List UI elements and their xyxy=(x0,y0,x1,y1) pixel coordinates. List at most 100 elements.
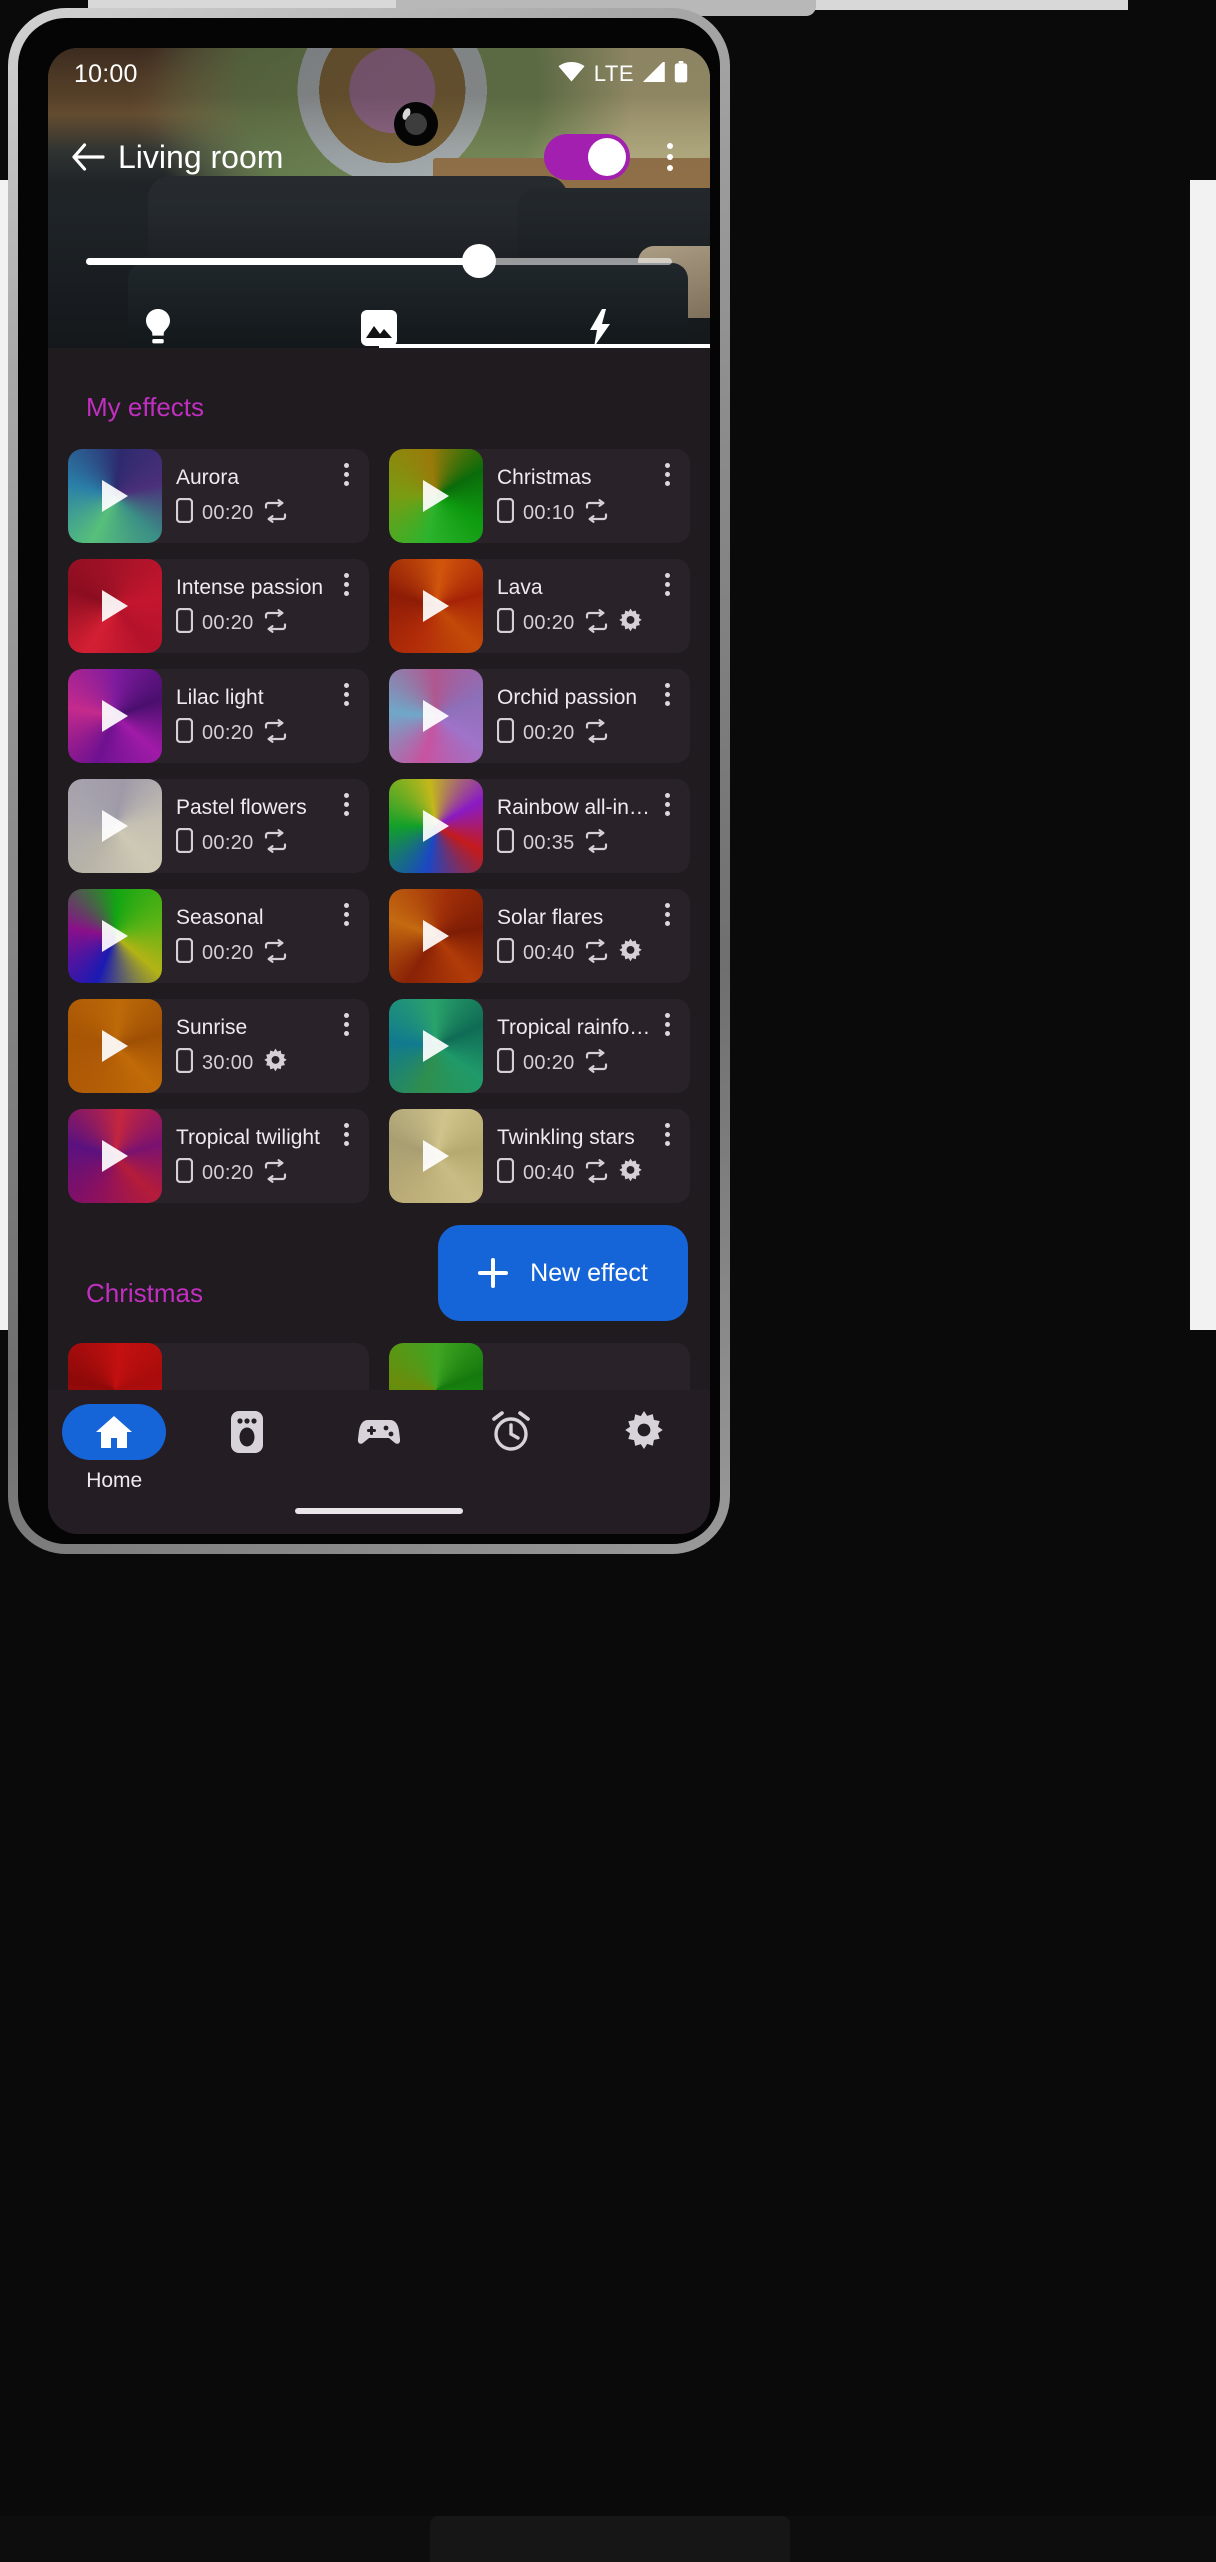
effect-card[interactable]: Twinkling stars 00:40 xyxy=(389,1109,690,1203)
nav-pill-devices[interactable] xyxy=(195,1404,299,1460)
effect-thumbnail[interactable] xyxy=(68,669,162,763)
effect-thumbnail[interactable] xyxy=(68,449,162,543)
play-icon[interactable] xyxy=(102,480,128,512)
nav-item-games[interactable] xyxy=(313,1404,445,1469)
more-vertical-icon xyxy=(343,700,349,706)
effect-thumbnail[interactable] xyxy=(389,1343,483,1390)
device-phone-icon xyxy=(496,607,515,638)
play-icon[interactable] xyxy=(423,1030,449,1062)
more-vertical-icon xyxy=(664,1021,670,1027)
effect-name: Pastel flowers xyxy=(176,796,307,819)
effects-scroll-area[interactable]: My effects Aurora 00:20 Christmas 00:10 Inte… xyxy=(48,348,710,1390)
effect-overflow-button[interactable] xyxy=(654,897,680,931)
effect-card[interactable]: Lava 00:20 xyxy=(389,559,690,653)
effect-thumbnail[interactable] xyxy=(389,889,483,983)
effect-overflow-button[interactable] xyxy=(333,1117,359,1151)
effect-overflow-button[interactable] xyxy=(333,677,359,711)
back-button[interactable] xyxy=(62,131,114,183)
nav-pill-games[interactable] xyxy=(327,1404,431,1460)
gamepad-icon xyxy=(357,1420,401,1444)
effect-overflow-button[interactable] xyxy=(333,787,359,821)
play-icon[interactable] xyxy=(423,920,449,952)
effect-card[interactable]: Seasonal 00:20 xyxy=(68,889,369,983)
arrow-back-icon xyxy=(72,143,105,171)
effect-thumbnail[interactable] xyxy=(389,779,483,873)
effect-card[interactable]: Pastel flowers 00:20 xyxy=(68,779,369,873)
effect-thumbnail[interactable] xyxy=(389,669,483,763)
effects-grid: Aurora 00:20 Christmas 00:10 Intense passion… xyxy=(48,449,710,1203)
gesture-navigation-bar[interactable] xyxy=(295,1508,463,1514)
play-icon[interactable] xyxy=(423,590,449,622)
nav-pill-home[interactable] xyxy=(62,1404,167,1460)
effect-duration: 00:20 xyxy=(523,721,575,744)
effect-thumbnail[interactable] xyxy=(389,999,483,1093)
play-icon[interactable] xyxy=(102,810,128,842)
more-vertical-icon xyxy=(664,581,670,587)
slider-track[interactable] xyxy=(86,244,672,278)
effect-overflow-button[interactable] xyxy=(333,567,359,601)
hero-page-indicator-active xyxy=(379,344,710,348)
more-vertical-icon xyxy=(343,1131,349,1137)
effect-overflow-button[interactable] xyxy=(654,677,680,711)
effect-thumbnail[interactable] xyxy=(389,1109,483,1203)
effect-thumbnail[interactable] xyxy=(389,559,483,653)
effect-thumbnail[interactable] xyxy=(68,889,162,983)
nav-item-home[interactable]: Home xyxy=(48,1404,180,1493)
more-vertical-icon xyxy=(343,572,349,578)
device-phone-icon xyxy=(175,1047,194,1078)
effect-card[interactable]: Solar flares 00:40 xyxy=(389,889,690,983)
effect-overflow-button[interactable] xyxy=(654,457,680,491)
effect-card[interactable]: Intense passion 00:20 xyxy=(68,559,369,653)
play-icon[interactable] xyxy=(102,700,128,732)
effect-overflow-button[interactable] xyxy=(333,1007,359,1041)
overflow-menu-button[interactable] xyxy=(648,131,692,183)
effect-card[interactable]: Orchid passion 00:20 xyxy=(389,669,690,763)
play-icon[interactable] xyxy=(423,810,449,842)
room-power-toggle[interactable] xyxy=(544,134,630,180)
effect-card[interactable]: Christmas 00:10 xyxy=(389,449,690,543)
effect-card[interactable]: Lilac light 00:20 xyxy=(68,669,369,763)
effect-overflow-button[interactable] xyxy=(654,1007,680,1041)
effect-overflow-button[interactable] xyxy=(654,1117,680,1151)
play-icon[interactable] xyxy=(102,920,128,952)
nav-pill-alarms[interactable] xyxy=(459,1404,563,1460)
play-icon[interactable] xyxy=(102,1140,128,1172)
effect-thumbnail[interactable] xyxy=(68,779,162,873)
effect-overflow-button[interactable] xyxy=(333,897,359,931)
nav-label-home: Home xyxy=(86,1469,143,1492)
effect-overflow-button[interactable] xyxy=(333,457,359,491)
nav-pill-settings[interactable] xyxy=(592,1404,696,1460)
play-icon[interactable] xyxy=(423,480,449,512)
gear-icon xyxy=(618,938,643,968)
page-title: Living room xyxy=(118,138,284,175)
new-effect-button[interactable]: New effect xyxy=(438,1225,688,1321)
more-vertical-icon xyxy=(664,1131,670,1137)
device-phone-icon xyxy=(175,827,194,858)
effect-card[interactable] xyxy=(68,1343,369,1390)
nav-item-settings[interactable] xyxy=(578,1404,710,1469)
effect-card[interactable]: Aurora 00:20 xyxy=(68,449,369,543)
effect-overflow-button[interactable] xyxy=(654,787,680,821)
effect-thumbnail[interactable] xyxy=(389,449,483,543)
nav-item-devices[interactable] xyxy=(180,1404,312,1469)
effect-card[interactable]: Rainbow all-in-one 00:35 xyxy=(389,779,690,873)
effect-thumbnail[interactable] xyxy=(68,999,162,1093)
effect-card[interactable]: Tropical twilight 00:20 xyxy=(68,1109,369,1203)
more-vertical-icon xyxy=(343,462,349,468)
effect-meta: 00:20 xyxy=(496,717,678,748)
effect-thumbnail[interactable] xyxy=(68,559,162,653)
slider-thumb[interactable] xyxy=(461,244,496,278)
effect-card[interactable] xyxy=(389,1343,690,1390)
effect-thumbnail[interactable] xyxy=(68,1343,162,1390)
effect-card[interactable]: Tropical rainforest 00:20 xyxy=(389,999,690,1093)
play-icon[interactable] xyxy=(102,590,128,622)
effect-overflow-button[interactable] xyxy=(654,567,680,601)
nav-item-alarms[interactable] xyxy=(445,1404,577,1469)
effect-meta: 00:20 xyxy=(175,827,357,858)
effect-thumbnail[interactable] xyxy=(68,1109,162,1203)
play-icon[interactable] xyxy=(102,1030,128,1062)
play-icon[interactable] xyxy=(423,1140,449,1172)
brightness-slider[interactable] xyxy=(48,244,710,278)
effect-card[interactable]: Sunrise 30:00 xyxy=(68,999,369,1093)
play-icon[interactable] xyxy=(423,700,449,732)
